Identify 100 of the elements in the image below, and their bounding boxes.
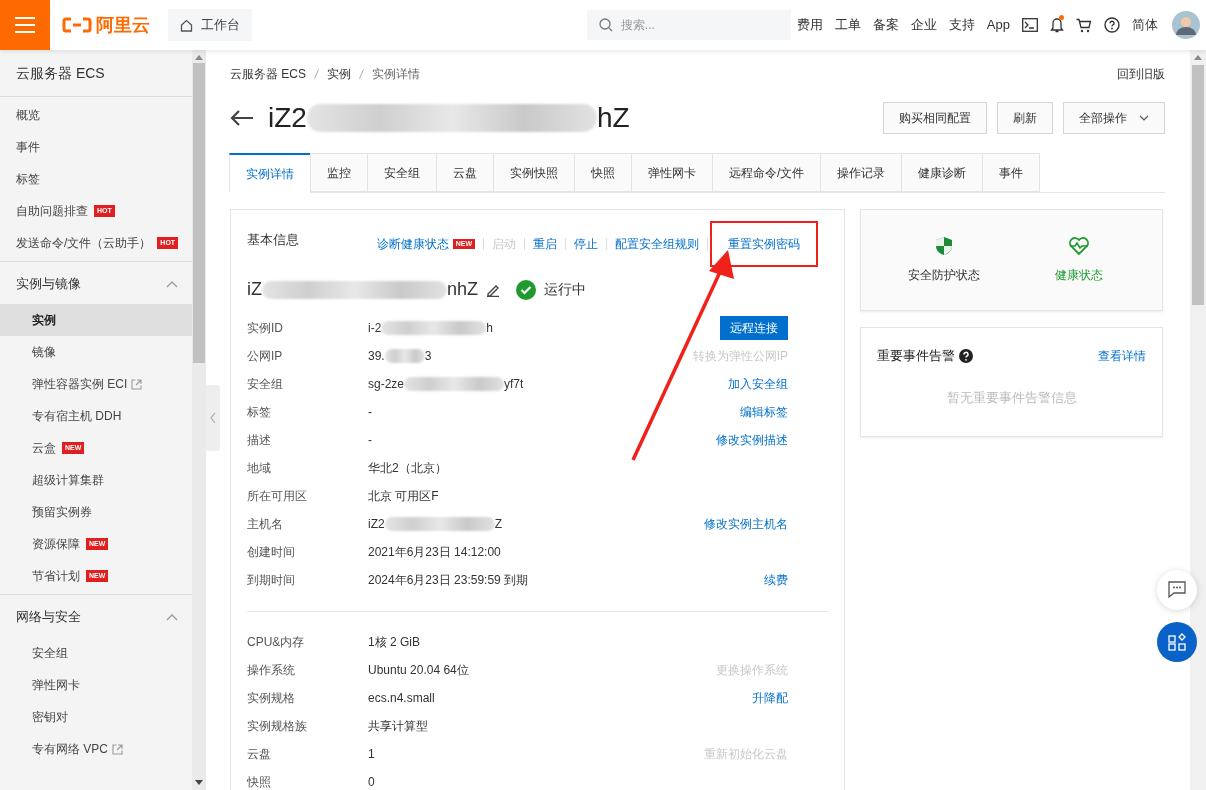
avatar-icon[interactable]: [1172, 11, 1200, 39]
tab[interactable]: 事件: [982, 153, 1041, 192]
field-value: h: [486, 319, 494, 337]
language-link[interactable]: 简体: [1132, 15, 1158, 35]
breadcrumb-link[interactable]: 实例详情: [372, 65, 420, 83]
sidebar-item[interactable]: 标签: [0, 163, 192, 195]
back-arrow-icon[interactable]: [230, 109, 254, 127]
action-link[interactable]: 重置实例密码: [710, 220, 818, 267]
chat-icon: [1168, 581, 1186, 599]
sidebar-item[interactable]: 密钥对: [0, 701, 192, 733]
field-label: 到期时间: [247, 571, 296, 589]
sidebar-item[interactable]: 超级计算集群: [0, 464, 192, 496]
nav-link[interactable]: 工单: [834, 15, 861, 35]
status-item[interactable]: 安全防护状态: [889, 236, 1000, 284]
tab[interactable]: 实例详情: [229, 153, 311, 193]
field-value: 39.: [368, 347, 385, 365]
action-link[interactable]: 修改实例主机名: [704, 514, 788, 533]
sidebar-group[interactable]: 网络与安全: [0, 597, 192, 637]
breadcrumb-separator-icon: [314, 69, 319, 79]
action-link[interactable]: 停止: [574, 234, 598, 253]
toolbar-button[interactable]: 购买相同配置: [883, 102, 987, 134]
field-value: sg-2ze: [368, 375, 405, 393]
group-label: 实例与镜像: [16, 275, 81, 294]
cart-icon[interactable]: [1076, 17, 1092, 33]
details-link[interactable]: 查看详情: [1098, 346, 1146, 365]
nav-link[interactable]: 支持: [948, 15, 975, 35]
action-link[interactable]: 重启: [533, 234, 557, 253]
sidebar-item[interactable]: 概览: [0, 99, 192, 131]
status-item[interactable]: 健康状态: [1023, 236, 1134, 284]
scroll-up-icon: [1194, 55, 1202, 60]
nav-link[interactable]: App: [986, 15, 1010, 35]
scrollbar[interactable]: [1190, 50, 1206, 790]
collapse-handle[interactable]: [206, 385, 220, 451]
terminal-icon[interactable]: [1022, 18, 1038, 32]
old-version-link[interactable]: 回到旧版: [1117, 65, 1165, 83]
chat-button[interactable]: [1157, 570, 1197, 610]
action-link[interactable]: 升降配: [752, 688, 788, 707]
empty-message: 暂无重要事件告警信息: [945, 388, 1078, 407]
card-title: 基本信息: [247, 231, 299, 249]
sidebar-group[interactable]: 实例与镜像: [0, 264, 192, 304]
tab[interactable]: 实例快照: [493, 153, 575, 192]
sidebar-item[interactable]: 镜像: [0, 336, 192, 368]
toolbar-button[interactable]: 刷新: [997, 102, 1053, 134]
nav-link[interactable]: 备案: [872, 15, 899, 35]
tab[interactable]: 远程命令/文件: [712, 153, 822, 192]
action-link[interactable]: 编辑标签: [740, 402, 788, 421]
field-value: i-2: [368, 319, 382, 337]
help-icon[interactable]: [1104, 17, 1120, 33]
field-label: 实例ID: [247, 319, 284, 337]
menu-button[interactable]: [0, 0, 50, 50]
toolbar-button[interactable]: 全部操作: [1063, 102, 1165, 134]
tab[interactable]: 快照: [574, 153, 632, 192]
field-value: 1: [368, 745, 375, 763]
tab[interactable]: 安全组: [367, 153, 437, 192]
action-link[interactable]: 修改实例描述: [716, 430, 788, 449]
sidebar-item[interactable]: 实例: [0, 304, 192, 336]
scrollbar[interactable]: [192, 50, 206, 790]
bell-icon[interactable]: [1050, 17, 1064, 33]
sidebar-item[interactable]: 专有网络 VPC: [0, 733, 192, 765]
tab[interactable]: 监控: [310, 153, 368, 192]
field-label: CPU&内存: [247, 633, 306, 651]
sidebar-item[interactable]: 弹性容器实例 ECI: [0, 368, 192, 400]
sidebar-item[interactable]: 安全组: [0, 637, 192, 669]
sidebar-item[interactable]: 事件: [0, 131, 192, 163]
field-label: 主机名: [247, 515, 284, 533]
field-label: 公网IP: [247, 347, 284, 365]
sidebar-item[interactable]: 专有宿主机 DDH: [0, 400, 192, 432]
tab[interactable]: 弹性网卡: [631, 153, 713, 192]
action-link[interactable]: 续费: [764, 570, 788, 589]
action-link[interactable]: 配置安全组规则: [615, 234, 699, 253]
scroll-up-icon: [195, 55, 203, 60]
workbench-button[interactable]: 工作台: [168, 9, 252, 41]
tab[interactable]: 云盘: [436, 153, 494, 192]
status-text: 运行中: [544, 280, 587, 299]
breadcrumb-link[interactable]: 云服务器 ECS: [230, 65, 306, 83]
instance-name: nhZ: [447, 278, 479, 301]
instance-title: iZ2: [268, 101, 307, 135]
home-icon: [180, 18, 193, 32]
search-icon: [598, 18, 613, 32]
tab[interactable]: 健康诊断: [901, 153, 984, 192]
sidebar-item[interactable]: 预留实例券: [0, 496, 192, 528]
field-value: 0: [368, 773, 375, 790]
scrollbar-thumb[interactable]: [1192, 65, 1204, 305]
remote-connect-button[interactable]: 远程连接: [720, 315, 788, 340]
sidebar-item[interactable]: 弹性网卡: [0, 669, 192, 701]
action-link[interactable]: 加入安全组: [728, 374, 788, 393]
apps-button[interactable]: [1157, 622, 1197, 662]
instance-name: iZ: [247, 278, 262, 301]
search-field[interactable]: 搜索...: [586, 10, 791, 40]
chevron-left-icon: [210, 412, 216, 424]
shield-icon: [935, 236, 954, 256]
scrollbar-thumb[interactable]: [193, 63, 205, 363]
nav-link[interactable]: 企业: [910, 15, 937, 35]
field-value: 3: [424, 347, 432, 365]
nav-link[interactable]: 费用: [796, 15, 823, 35]
breadcrumb-link[interactable]: 实例: [327, 65, 351, 83]
field-value: -: [368, 403, 372, 421]
tab[interactable]: 操作记录: [820, 153, 903, 192]
field-value: 共享计算型: [368, 717, 428, 735]
help-icon[interactable]: [959, 348, 973, 363]
